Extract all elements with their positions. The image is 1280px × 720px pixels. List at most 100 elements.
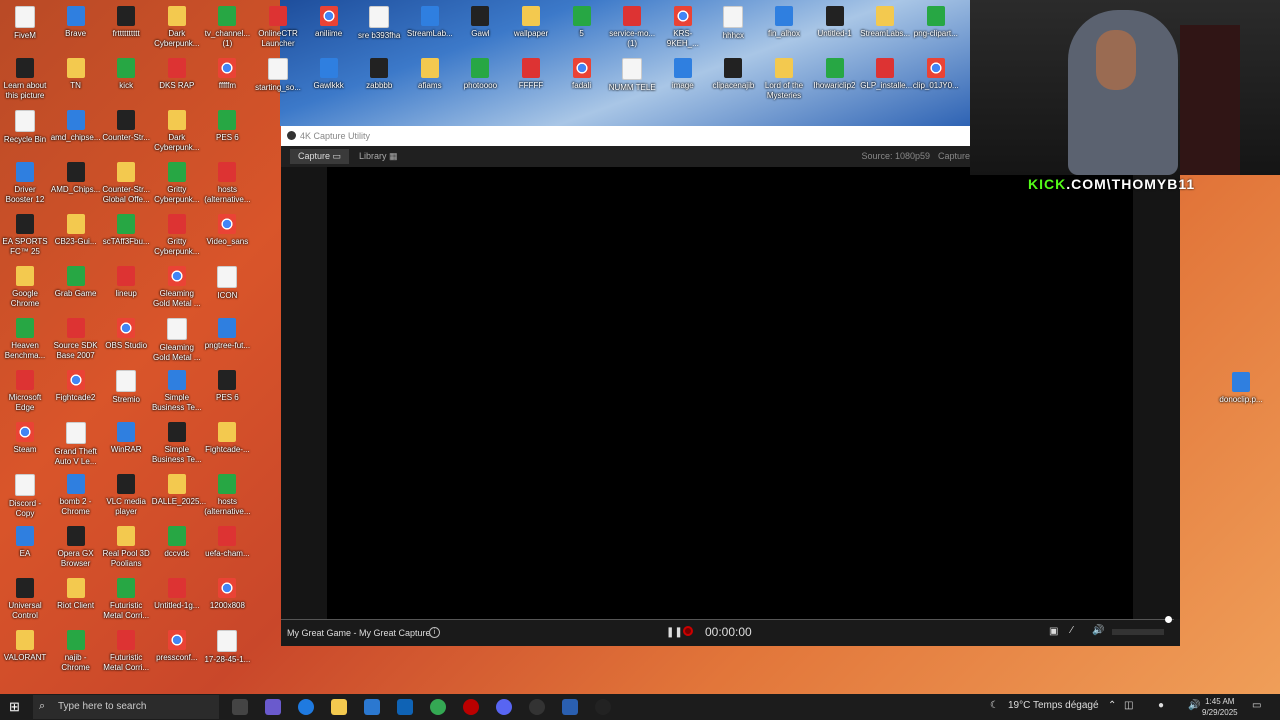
desktop-icon[interactable]: CB23-Gui... (51, 212, 101, 247)
desktop-icon[interactable]: image (658, 56, 708, 91)
desktop-icon[interactable]: EA (0, 524, 50, 559)
desktop-icon[interactable]: 17-28-45-1... (202, 628, 252, 665)
timeline-handle[interactable] (1165, 616, 1172, 623)
desktop-icon[interactable]: dccvdc (152, 524, 202, 559)
desktop-icon[interactable]: wallpaper (506, 4, 556, 39)
desktop-icon[interactable]: scTAff3Fbu... (101, 212, 151, 247)
desktop-icon[interactable]: AMD_Chips... (51, 160, 101, 195)
desktop-icon[interactable]: FiveM (0, 4, 50, 41)
desktop-icon[interactable]: amd_chipse... (51, 108, 101, 143)
desktop-icon[interactable]: Gawl (455, 4, 505, 39)
desktop-icon[interactable]: Opera GX Browser (51, 524, 101, 569)
desktop-icon[interactable]: hosts (alternative... (202, 160, 252, 205)
desktop-icon[interactable]: ICON (202, 264, 252, 301)
desktop-icon[interactable]: Fightcade2 (51, 368, 101, 403)
desktop-icon[interactable]: uefa-cham... (202, 524, 252, 559)
desktop-icon[interactable]: VLC media player (101, 472, 151, 517)
volume-icon[interactable]: 🔊 (1092, 625, 1104, 636)
desktop-icon[interactable]: Gawlkkk (304, 56, 354, 91)
desktop-icon[interactable]: Real Pool 3D Poolians (101, 524, 151, 569)
desktop-icon[interactable]: frtttttttttt (101, 4, 151, 39)
desktop-icon[interactable]: Grand Theft Auto V Le... (51, 420, 101, 467)
volume-slider[interactable] (1112, 629, 1164, 635)
screenshot-icon[interactable]: ▣ (1049, 626, 1058, 637)
desktop-icon[interactable]: Driver Booster 12 (0, 160, 50, 205)
desktop-icon[interactable]: DKS RAP (152, 56, 202, 91)
desktop-icon[interactable]: Stremio (101, 368, 151, 405)
desktop-icon[interactable]: OBS Studio (101, 316, 151, 351)
desktop-icon-donoclip[interactable]: donoclip.p... (1216, 370, 1266, 405)
mic-tray-icon[interactable]: ● (1158, 700, 1164, 711)
desktop-icon[interactable]: 5 (557, 4, 607, 39)
desktop-icon[interactable]: Untitled-1 (810, 4, 860, 39)
clock[interactable]: 1:45 AM 9/29/2025 (1202, 696, 1238, 718)
info-icon[interactable]: i (429, 627, 440, 638)
desktop-icon[interactable]: Futuristic Metal Corri... (101, 576, 151, 621)
desktop-icon[interactable]: najib - Chrome (51, 628, 101, 673)
desktop-icon[interactable]: sre b393fha (354, 4, 404, 41)
desktop-icon[interactable]: Untitled-1g... (152, 576, 202, 611)
desktop-icon[interactable]: Futuristic Metal Corri... (101, 628, 151, 673)
desktop-icon[interactable]: clip_01JY0... (911, 56, 961, 91)
chrome-icon[interactable] (430, 699, 446, 715)
desktop-icon[interactable]: Gritty Cyberpunk... (152, 212, 202, 257)
desktop-icon[interactable]: DALLE_2025... (152, 472, 206, 507)
windows-start-icon[interactable]: ⊞ (9, 700, 23, 714)
speaker-icon[interactable]: 🔊 (1188, 700, 1200, 711)
desktop-icon[interactable]: png-clipart... (911, 4, 961, 39)
desktop-icon[interactable]: hosts (alternative... (202, 472, 252, 517)
desktop-icon[interactable]: kick (101, 56, 151, 91)
desktop-icon[interactable]: zabbbb (354, 56, 404, 91)
desktop-icon[interactable]: Discord - Copy (0, 472, 50, 519)
notifications-icon[interactable]: ▭ (1252, 700, 1261, 711)
weather-text[interactable]: 19°C Temps dégagé (1008, 700, 1099, 711)
timeline-track[interactable] (281, 616, 1174, 623)
desktop-icon[interactable]: fadali (557, 56, 607, 91)
desktop-icon[interactable]: VALORANT (0, 628, 50, 663)
desktop-icon[interactable]: lineup (101, 264, 151, 299)
edge-icon[interactable] (298, 699, 314, 715)
desktop-icon[interactable]: photoooo (455, 56, 505, 91)
desktop-icon[interactable]: Gritty Cyberpunk... (152, 160, 202, 205)
desktop-icon[interactable]: Dark Cyberpunk... (152, 108, 202, 153)
record-button[interactable] (683, 626, 693, 636)
desktop-icon[interactable]: Google Chrome (0, 264, 50, 309)
desktop-icon[interactable]: NUMM TELE (607, 56, 657, 93)
store-icon[interactable] (364, 699, 380, 715)
desktop-icon[interactable]: fin_alhox (759, 4, 809, 39)
desktop-icon[interactable]: Universal Control (0, 576, 50, 621)
desktop-icon[interactable]: Video_sans (202, 212, 252, 247)
discord-icon[interactable] (496, 699, 512, 715)
desktop-icon[interactable]: TN (51, 56, 101, 91)
desktop-icon[interactable]: KRS-9KEH_... (658, 4, 708, 49)
desktop-icon[interactable]: Riot Client (51, 576, 101, 611)
desktop-icon[interactable]: starting_so... (253, 56, 303, 93)
mic-muted-icon[interactable]: ⁄ (1071, 625, 1073, 636)
desktop-icon[interactable]: fffffm (202, 56, 252, 91)
desktop-icon[interactable]: Grab Game (51, 264, 101, 299)
desktop-icon[interactable]: hhhcx (708, 4, 758, 41)
desktop-icon[interactable]: FFFFF (506, 56, 556, 91)
desktop-icon[interactable]: PES 6 (202, 108, 252, 143)
tab-capture[interactable]: Capture ▭ (290, 149, 350, 164)
desktop-icon[interactable]: StreamLab... (405, 4, 455, 39)
desktop-icon[interactable]: Simple Business Te... (152, 420, 202, 465)
task-view-icon[interactable] (232, 699, 248, 715)
desktop-icon[interactable]: WinRAR (101, 420, 151, 455)
desktop-icon[interactable]: Lord of the Mysteries (759, 56, 809, 101)
app-red-icon[interactable] (463, 699, 479, 715)
word-icon[interactable] (562, 699, 578, 715)
window-titlebar[interactable]: 4K Capture Utility (281, 126, 970, 146)
desktop-icon[interactable]: pressconf... (152, 628, 202, 663)
desktop-icon[interactable]: Gleaming Gold Metal ... (152, 264, 202, 309)
desktop-icon[interactable]: StreamLabs... (860, 4, 910, 39)
desktop-icon[interactable]: Heaven Benchma... (0, 316, 50, 361)
desktop-icon[interactable]: service-mo... (1) (607, 4, 657, 49)
desktop-icon[interactable]: aniliime (304, 4, 354, 39)
file-explorer-icon[interactable] (331, 699, 347, 715)
desktop-icon[interactable]: tv_channel... (1) (202, 4, 252, 49)
tab-library[interactable]: Library ▦ (351, 149, 406, 164)
desktop-icon[interactable]: Steam (0, 420, 50, 455)
desktop-icon[interactable]: OnlineCTR Launcher (253, 4, 303, 49)
desktop-icon[interactable]: afiams (405, 56, 455, 91)
